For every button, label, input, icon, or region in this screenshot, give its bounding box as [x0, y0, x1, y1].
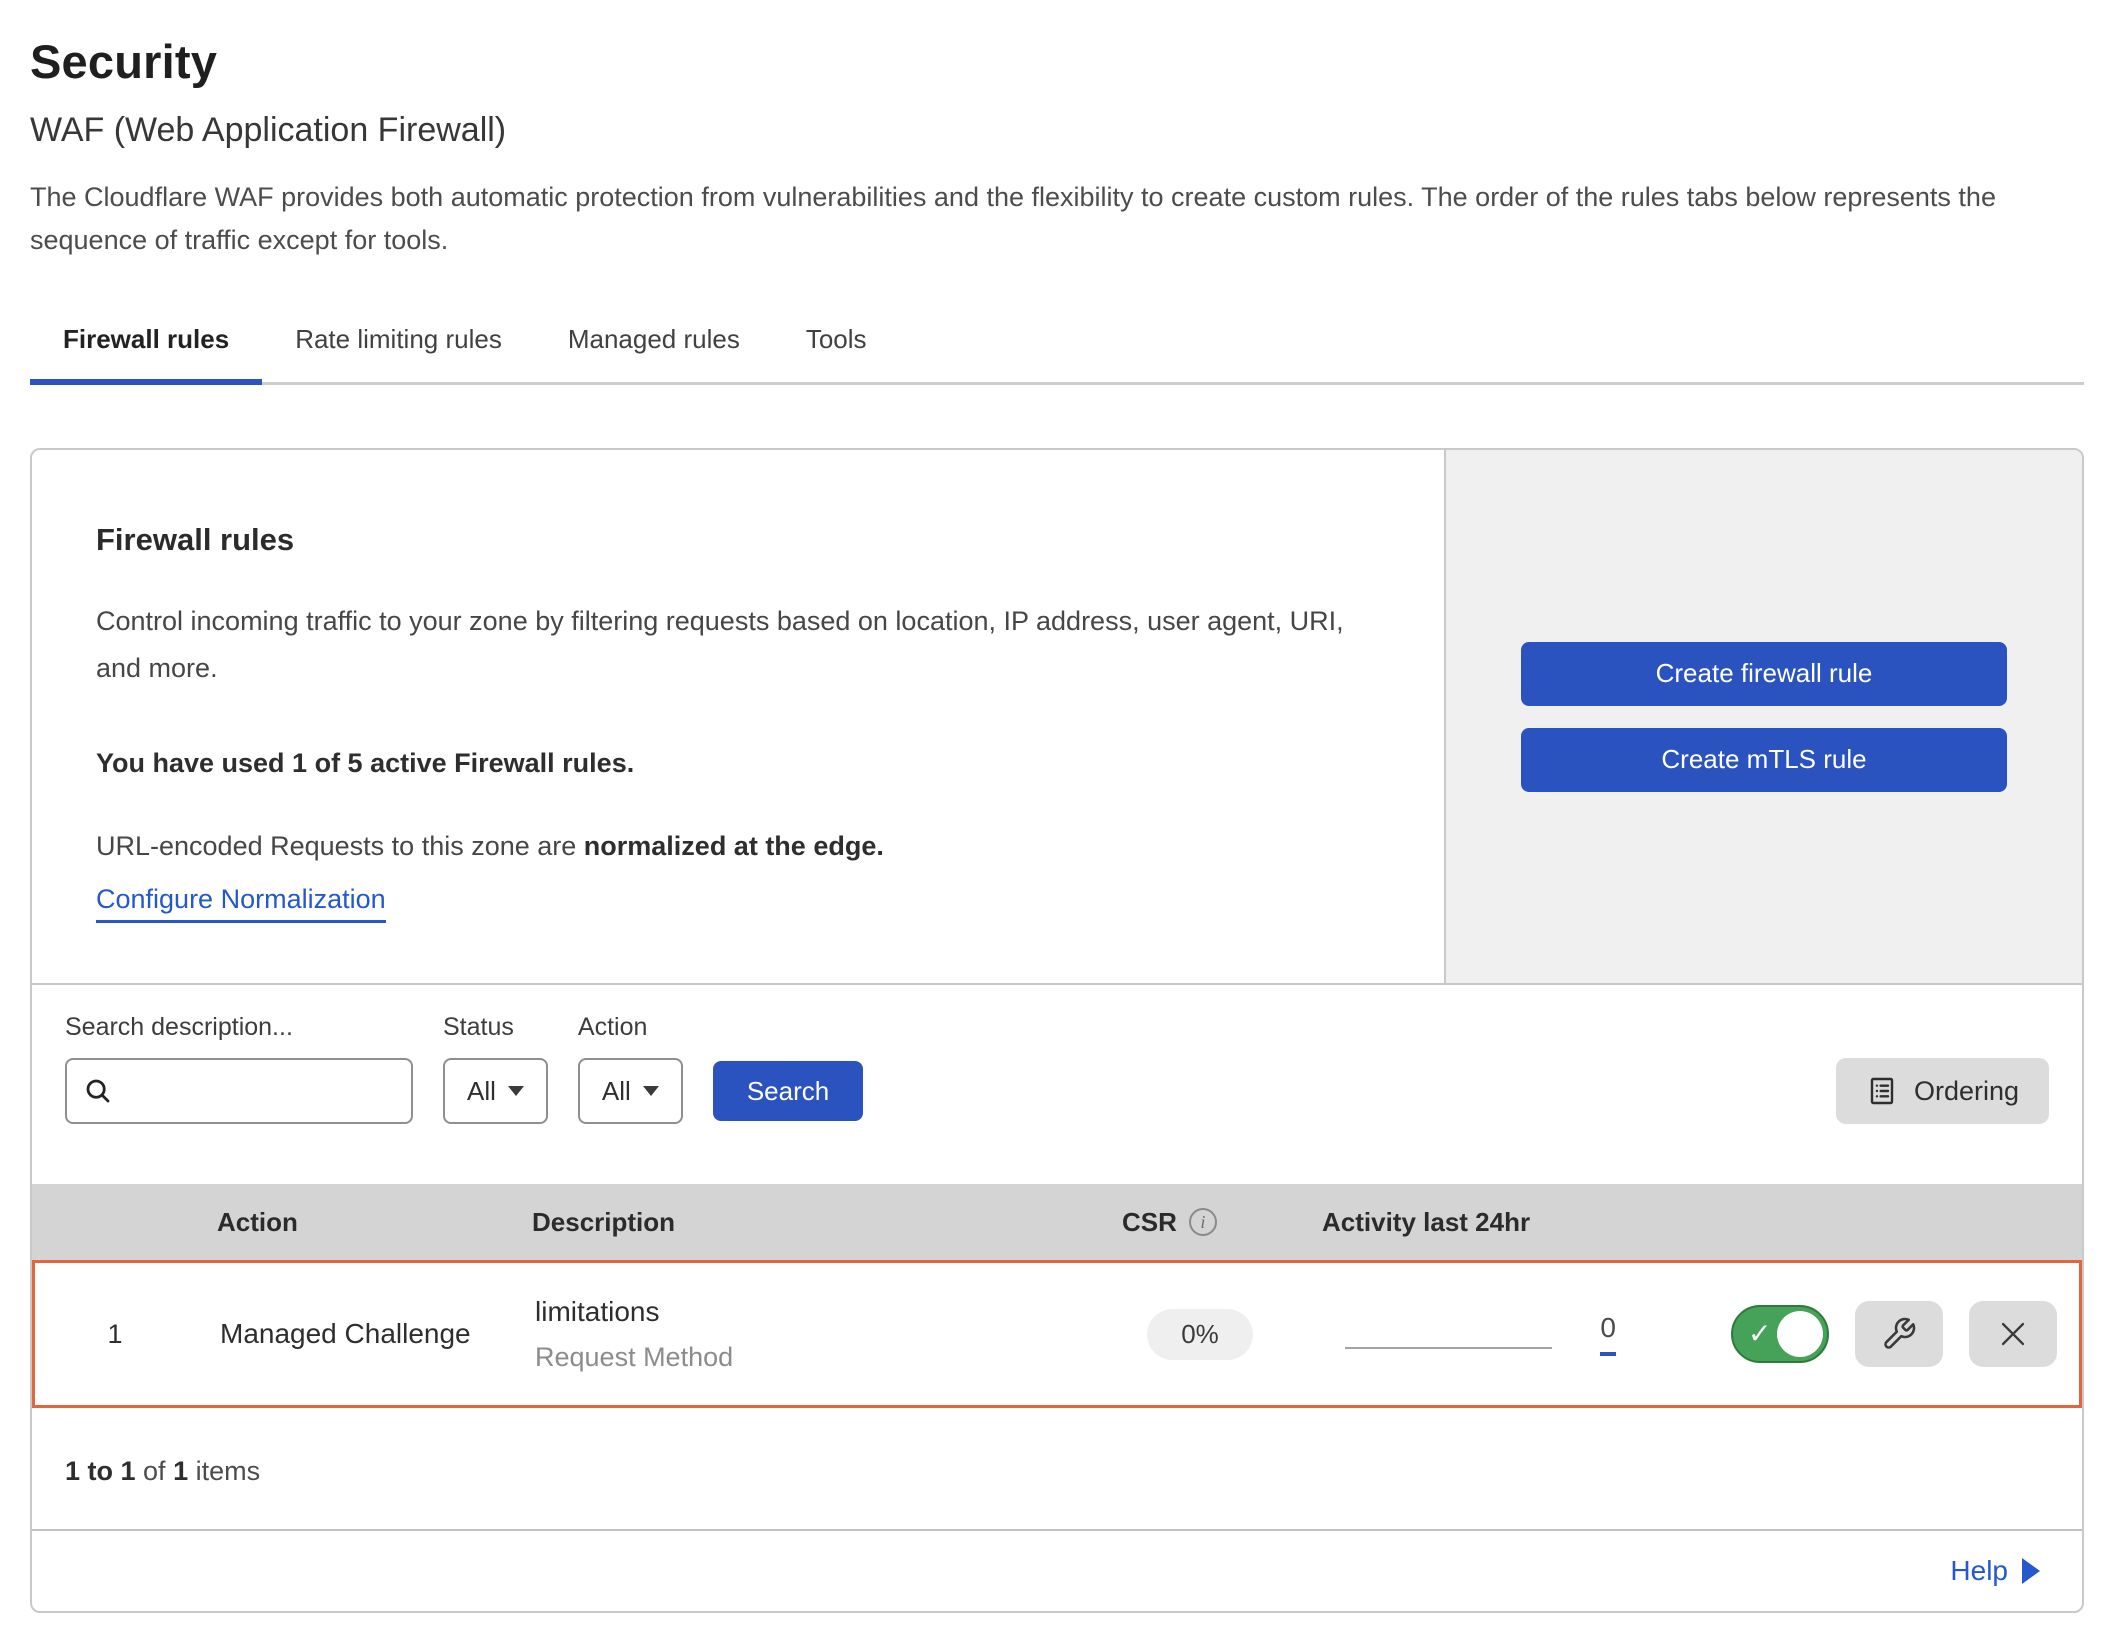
table-row: 1 Managed Challenge limitations Request …	[32, 1260, 2082, 1408]
page-description: The Cloudflare WAF provides both automat…	[30, 176, 2084, 262]
action-filter-group: Action All	[578, 1013, 683, 1124]
search-input[interactable]	[123, 1077, 445, 1106]
activity-count-link[interactable]: 0	[1600, 1312, 1616, 1356]
filter-bar: Search description... Status	[32, 985, 2082, 1184]
action-select-value: All	[602, 1076, 631, 1107]
rule-priority: 1	[35, 1319, 195, 1350]
close-icon	[1996, 1317, 2030, 1351]
rule-action: Managed Challenge	[195, 1318, 510, 1350]
check-icon: ✓	[1748, 1317, 1771, 1350]
wrench-icon	[1881, 1316, 1917, 1352]
panel-description: Control incoming traffic to your zone by…	[96, 598, 1384, 692]
create-firewall-rule-button[interactable]: Create firewall rule	[1521, 642, 2007, 706]
delete-rule-button[interactable]	[1969, 1301, 2057, 1367]
status-label: Status	[443, 1013, 548, 1042]
rules-table-header: Action Description CSR i Activity last 2…	[32, 1184, 2082, 1260]
header-description: Description	[507, 1207, 1097, 1238]
search-button[interactable]: Search	[713, 1061, 863, 1121]
actions-panel: Create firewall rule Create mTLS rule	[1444, 450, 2082, 983]
page-title: Security	[30, 34, 2084, 89]
panel-heading: Firewall rules	[96, 522, 1384, 558]
items-range: 1 to 1	[65, 1456, 136, 1486]
firewall-rules-info: Firewall rules Control incoming traffic …	[32, 450, 1444, 983]
configure-normalization-link[interactable]: Configure Normalization	[96, 884, 386, 923]
edit-rule-button[interactable]	[1855, 1301, 1943, 1367]
action-select[interactable]: All	[578, 1058, 683, 1124]
tab-firewall-rules[interactable]: Firewall rules	[30, 310, 262, 385]
chevron-down-icon	[508, 1086, 524, 1096]
search-label: Search description...	[65, 1013, 413, 1042]
help-link[interactable]: Help	[1950, 1555, 2008, 1587]
firewall-rules-card: Firewall rules Control incoming traffic …	[30, 448, 2084, 1613]
rule-description-cell: limitations Request Method	[510, 1296, 1100, 1373]
activity-sparkline	[1345, 1347, 1552, 1349]
rule-activity-cell: 0	[1300, 1312, 1630, 1356]
search-input-wrapper[interactable]	[65, 1058, 413, 1124]
rule-controls: ✓	[1630, 1301, 2079, 1367]
search-icon	[83, 1076, 113, 1106]
rule-description-sub: Request Method	[535, 1342, 1100, 1373]
card-top-section: Firewall rules Control incoming traffic …	[32, 450, 2082, 985]
status-select[interactable]: All	[443, 1058, 548, 1124]
rule-description: limitations	[535, 1296, 1100, 1328]
page-subtitle: WAF (Web Application Firewall)	[30, 111, 2084, 150]
tab-rate-limiting-rules[interactable]: Rate limiting rules	[262, 310, 535, 385]
items-count-footer: 1 to 1 of 1 items	[32, 1408, 2082, 1529]
chevron-down-icon	[643, 1086, 659, 1096]
ordering-button[interactable]: Ordering	[1836, 1058, 2049, 1124]
items-total: 1	[173, 1456, 188, 1486]
create-mtls-rule-button[interactable]: Create mTLS rule	[1521, 728, 2007, 792]
toggle-knob	[1777, 1311, 1823, 1357]
header-action: Action	[192, 1207, 507, 1238]
help-arrow-icon	[2022, 1558, 2040, 1584]
items-label: items	[188, 1456, 260, 1486]
security-waf-page: Security WAF (Web Application Firewall) …	[0, 0, 2114, 1613]
ordering-list-icon	[1866, 1075, 1898, 1107]
status-filter-group: Status All	[443, 1013, 548, 1124]
rule-csr-cell: 0%	[1100, 1309, 1300, 1360]
search-group: Search description...	[65, 1013, 413, 1124]
rules-tabbar: Firewall rules Rate limiting rules Manag…	[30, 310, 2084, 385]
status-select-value: All	[467, 1076, 496, 1107]
header-csr: CSR i	[1097, 1207, 1297, 1238]
info-icon[interactable]: i	[1189, 1208, 1217, 1236]
rule-enabled-toggle[interactable]: ✓	[1731, 1305, 1829, 1363]
items-of: of	[136, 1456, 174, 1486]
header-activity: Activity last 24hr	[1297, 1207, 1627, 1238]
tab-managed-rules[interactable]: Managed rules	[535, 310, 773, 385]
csr-badge: 0%	[1147, 1309, 1253, 1360]
usage-summary: You have used 1 of 5 active Firewall rul…	[96, 748, 1384, 779]
help-bar: Help	[32, 1529, 2082, 1611]
normalization-text: URL-encoded Requests to this zone are	[96, 831, 584, 861]
ordering-button-label: Ordering	[1914, 1076, 2019, 1107]
normalization-note: URL-encoded Requests to this zone are no…	[96, 831, 1384, 862]
filter-controls: Search description... Status	[65, 1013, 863, 1124]
normalization-bold-text: normalized at the edge.	[584, 831, 884, 861]
tab-tools[interactable]: Tools	[773, 310, 900, 385]
header-csr-label: CSR	[1122, 1207, 1177, 1238]
action-label: Action	[578, 1013, 683, 1042]
